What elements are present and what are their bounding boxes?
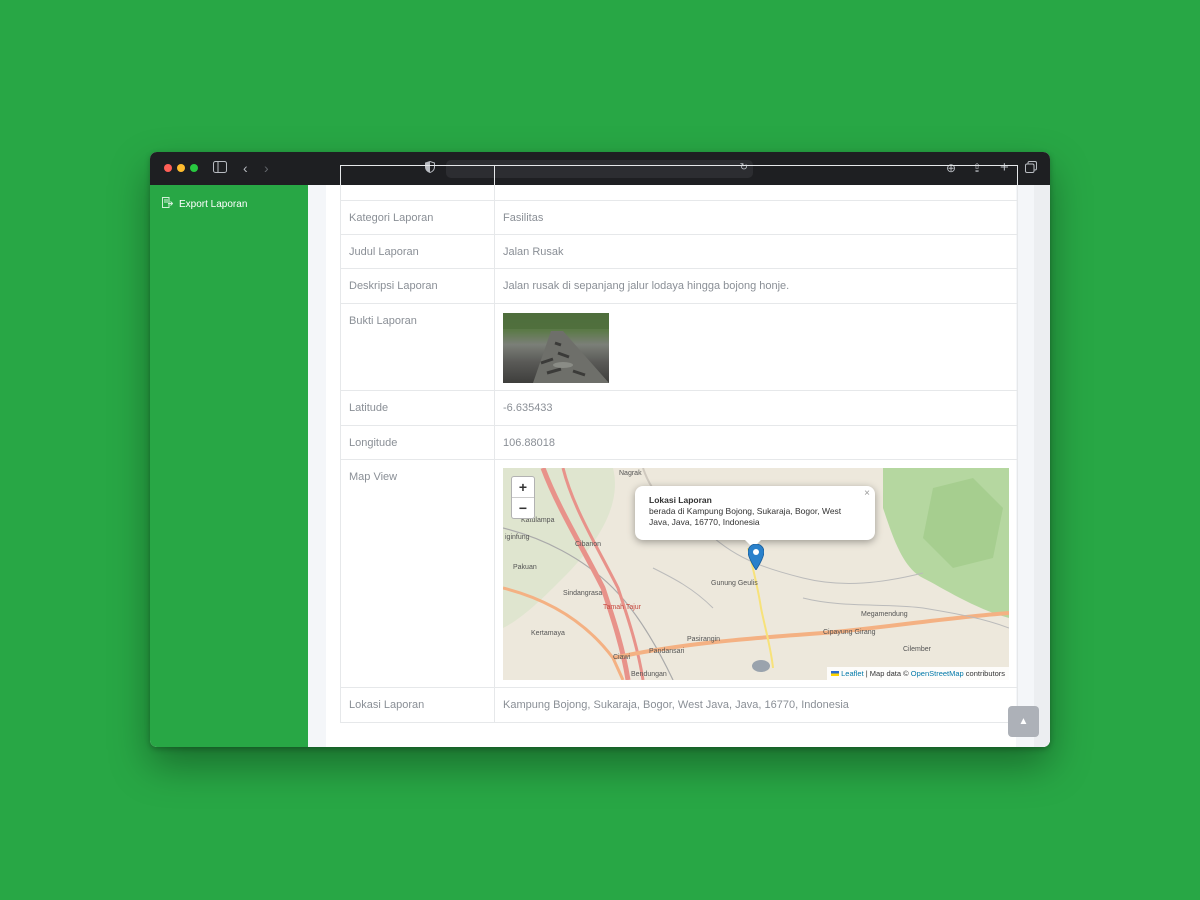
map-view[interactable]: Nagrak Katulampa iginfung Cibanon Pakuan… xyxy=(503,468,1009,680)
map-zoom-control: + − xyxy=(511,476,535,519)
zoom-in-button[interactable]: + xyxy=(512,477,534,497)
zoom-out-button[interactable]: − xyxy=(512,497,534,518)
table-row: Judul Laporan Jalan Rusak xyxy=(340,234,1018,269)
table-row: Map View Nagrak Katulampa iginfung Ciban… xyxy=(340,459,1018,688)
row-label: Latitude xyxy=(340,390,495,426)
sidebar-item-export-laporan[interactable]: Export Laporan xyxy=(162,197,247,211)
scroll-to-top-button[interactable]: ▲ xyxy=(1008,706,1039,737)
map-place-label: Pasirangin xyxy=(687,636,721,643)
map-place-label: Bendungan xyxy=(631,671,667,678)
map-place-label: Cipayung Girang xyxy=(823,629,876,636)
table-row: Latitude -6.635433 xyxy=(340,390,1018,426)
map-place-label: Megamendung xyxy=(861,611,908,618)
leaflet-link[interactable]: Leaflet xyxy=(841,669,864,678)
detail-table: Kategori Laporan Fasilitas Judul Laporan… xyxy=(340,165,1018,723)
close-window-button[interactable] xyxy=(164,164,172,172)
row-label: Judul Laporan xyxy=(340,234,495,269)
row-label xyxy=(340,165,495,201)
export-file-icon xyxy=(162,197,179,211)
row-value: Fasilitas xyxy=(494,200,1018,235)
table-row: Bukti Laporan xyxy=(340,303,1018,391)
row-label: Lokasi Laporan xyxy=(340,687,495,723)
sidebar-item-label: Export Laporan xyxy=(179,198,248,210)
sidebar: Export Laporan xyxy=(150,185,308,747)
sidebar-toggle-icon[interactable] xyxy=(213,158,227,178)
row-label: Bukti Laporan xyxy=(340,303,495,391)
popup-text: berada di Kampung Bojong, Sukaraja, Bogo… xyxy=(649,506,842,527)
table-row: Deskripsi Laporan Jalan rusak di sepanja… xyxy=(340,268,1018,304)
table-row: Kategori Laporan Fasilitas xyxy=(340,200,1018,235)
map-place-label: Tamah Tajur xyxy=(603,604,642,611)
popup-title: Lokasi Laporan xyxy=(649,495,712,505)
report-evidence-photo[interactable] xyxy=(503,313,609,383)
openstreetmap-link[interactable]: OpenStreetMap xyxy=(911,669,964,678)
map-place-label: Cilember xyxy=(903,646,932,653)
main-content: Kategori Laporan Fasilitas Judul Laporan… xyxy=(308,165,1050,747)
row-value: Kampung Bojong, Sukaraja, Bogor, West Ja… xyxy=(494,687,1018,723)
forward-icon[interactable]: › xyxy=(264,158,269,178)
row-value: Jalan rusak di sepanjang jalur lodaya hi… xyxy=(494,268,1018,304)
back-icon[interactable]: ‹ xyxy=(243,158,248,178)
scrollbar-track[interactable] xyxy=(1034,185,1050,747)
attribution-text: | Map data © xyxy=(863,669,911,678)
row-value xyxy=(494,165,1018,201)
browser-window: ‹ › ↻ ⊕ ⇪ + Export Laporan Kategori Lapo… xyxy=(150,152,1050,747)
map-place-label: Nagrak xyxy=(619,470,642,477)
row-label: Map View xyxy=(340,459,495,688)
chevron-up-icon: ▲ xyxy=(1018,716,1029,727)
row-value xyxy=(494,303,1018,391)
row-value: Nagrak Katulampa iginfung Cibanon Pakuan… xyxy=(494,459,1018,688)
attribution-tail: contributors xyxy=(963,669,1005,678)
minimize-window-button[interactable] xyxy=(177,164,185,172)
row-label: Longitude xyxy=(340,425,495,460)
map-marker-icon[interactable] xyxy=(747,543,765,573)
map-place-label: Kertamaya xyxy=(531,630,565,637)
row-value: Jalan Rusak xyxy=(494,234,1018,269)
map-place-label: Pakuan xyxy=(513,564,537,571)
maximize-window-button[interactable] xyxy=(190,164,198,172)
table-row xyxy=(340,165,1018,201)
leaflet-flag-icon xyxy=(831,671,840,676)
map-place-label: Ciawi xyxy=(613,654,631,661)
map-attribution: Leaflet | Map data © OpenStreetMap contr… xyxy=(827,667,1009,680)
table-row: Longitude 106.88018 xyxy=(340,425,1018,460)
popup-close-button[interactable]: × xyxy=(864,488,870,499)
row-value: 106.88018 xyxy=(494,425,1018,460)
row-label: Kategori Laporan xyxy=(340,200,495,235)
map-place-label: iginfung xyxy=(505,534,530,541)
map-place-label: Pandansari xyxy=(649,648,685,655)
map-popup: × Lokasi Laporan berada di Kampung Bojon… xyxy=(635,486,875,540)
map-place-label: Gunung Geulis xyxy=(711,580,758,587)
tab-overview-icon[interactable] xyxy=(1025,158,1037,178)
table-row: Lokasi Laporan Kampung Bojong, Sukaraja,… xyxy=(340,687,1018,723)
row-value: -6.635433 xyxy=(494,390,1018,426)
row-label: Deskripsi Laporan xyxy=(340,268,495,304)
detail-card: Kategori Laporan Fasilitas Judul Laporan… xyxy=(326,165,1018,747)
map-place-label: Cibanon xyxy=(575,541,602,548)
map-place-label: Sindangrasa xyxy=(563,590,603,597)
